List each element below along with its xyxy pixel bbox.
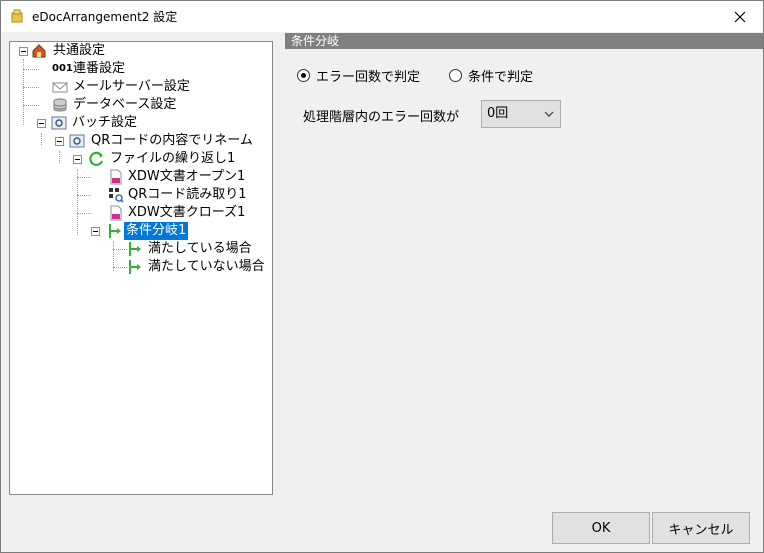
radio-condition[interactable]: 条件で判定 <box>449 66 533 85</box>
radio-error-count[interactable]: エラー回数で判定 <box>297 66 420 85</box>
tree-item-batch[interactable]: バッチ設定 <box>10 114 272 132</box>
tree-item-xdw-open[interactable]: XDW文書オープン1 <box>10 168 272 186</box>
tree-item-common-settings[interactable]: 共通設定 <box>10 42 272 60</box>
tree-item-database[interactable]: データベース設定 <box>10 96 272 114</box>
mail-icon <box>52 82 68 93</box>
tree-label: メールサーバー設定 <box>73 79 190 94</box>
tree-item-branch-selected[interactable]: 条件分岐1 <box>10 222 272 240</box>
collapse-toggle[interactable] <box>19 47 28 56</box>
tree-label: QRコード読み取り1 <box>128 187 247 202</box>
tree-label: 連番設定 <box>73 61 126 76</box>
qr-process-icon <box>69 134 85 148</box>
tree-label: バッチ設定 <box>72 115 138 130</box>
close-button[interactable] <box>717 1 763 32</box>
tree-label: QRコードの内容でリネーム <box>91 133 253 148</box>
tree-item-xdw-close[interactable]: XDW文書クローズ1 <box>10 204 272 222</box>
tree-item-sequence-settings[interactable]: 001 連番設定 <box>10 60 272 78</box>
qr-search-icon <box>109 188 124 203</box>
collapse-toggle[interactable] <box>73 155 82 164</box>
error-count-label: 処理階層内のエラー回数が <box>303 110 460 125</box>
xdw-document-icon <box>110 169 122 185</box>
tree-item-file-loop[interactable]: ファイルの繰り返し1 <box>10 150 272 168</box>
settings-dialog: eDocArrangement2 設定 共通設定 001 連番設定 メールサーバ… <box>0 0 764 553</box>
tree-item-qr-read[interactable]: QRコード読み取り1 <box>10 186 272 204</box>
ok-button[interactable]: OK <box>552 512 650 544</box>
batch-settings-icon <box>51 116 67 130</box>
collapse-toggle[interactable] <box>37 119 46 128</box>
tree-label: 共通設定 <box>53 43 106 58</box>
tree-label: 満たしていない場合 <box>148 259 265 274</box>
tree-label: XDW文書オープン1 <box>128 169 246 184</box>
window-title: eDocArrangement2 設定 <box>32 10 178 24</box>
radio-button-checked[interactable] <box>297 69 310 82</box>
tree-label: データベース設定 <box>73 97 177 112</box>
close-icon <box>734 11 746 22</box>
tree-item-condition-met[interactable]: 満たしている場合 <box>10 240 272 258</box>
branch-icon <box>109 224 121 238</box>
sequence-number-icon: 001 <box>52 63 73 74</box>
xdw-document-icon <box>110 205 122 221</box>
tree-item-mail-server[interactable]: メールサーバー設定 <box>10 78 272 96</box>
tree-item-condition-not-met[interactable]: 満たしていない場合 <box>10 258 272 276</box>
chevron-down-icon <box>544 111 554 117</box>
collapse-toggle[interactable] <box>55 137 64 146</box>
radio-label: エラー回数で判定 <box>316 70 421 85</box>
settings-tree[interactable]: 共通設定 001 連番設定 メールサーバー設定 データベース設定 バッチ設定 Q… <box>9 41 273 495</box>
branch-arrow-icon <box>129 260 141 274</box>
select-value: 0回 <box>487 106 509 121</box>
radio-label: 条件で判定 <box>468 70 534 85</box>
cancel-button[interactable]: キャンセル <box>652 512 750 544</box>
tree-item-qr-rename[interactable]: QRコードの内容でリネーム <box>10 132 272 150</box>
tree-label: ファイルの繰り返し1 <box>110 151 236 166</box>
tree-label-selected: 条件分岐1 <box>124 222 189 240</box>
tree-label: 満たしている場合 <box>148 241 252 256</box>
app-icon <box>11 9 23 23</box>
collapse-toggle[interactable] <box>91 227 100 236</box>
radio-button[interactable] <box>449 69 462 82</box>
house-settings-icon <box>32 44 46 58</box>
branch-arrow-icon <box>129 242 141 256</box>
tree-label: XDW文書クローズ1 <box>128 205 246 220</box>
error-count-select[interactable]: 0回 <box>481 100 561 128</box>
database-icon <box>53 98 67 112</box>
section-header: 条件分岐 <box>285 33 763 49</box>
loop-icon <box>89 151 104 166</box>
title-bar: eDocArrangement2 設定 <box>1 1 763 32</box>
